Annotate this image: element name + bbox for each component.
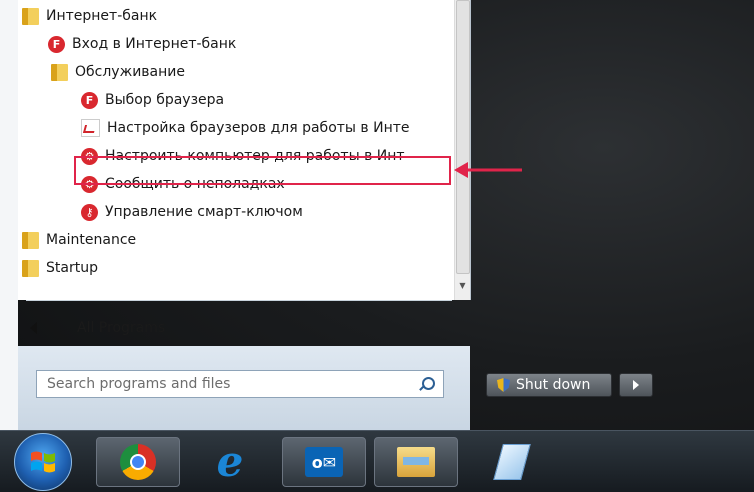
search-icon[interactable] [422, 377, 435, 390]
internet-explorer-icon: e [216, 437, 244, 486]
all-programs-label: All Programs [77, 320, 166, 336]
taskbar: e o✉ [0, 430, 754, 492]
bank-app-icon: F [81, 91, 98, 109]
start-menu: Интернет-банк F Вход в Интернет-банк Обс… [0, 0, 522, 430]
key-icon: ⚷ [81, 203, 98, 221]
menu-left-edge [0, 0, 18, 430]
taskbar-ie-button[interactable]: e [188, 437, 272, 487]
shutdown-options-button[interactable] [619, 373, 653, 397]
folder-icon [22, 259, 39, 277]
taskbar-notepad-button[interactable] [470, 437, 554, 487]
start-orb[interactable] [14, 433, 72, 491]
pdf-icon [81, 119, 100, 137]
list-item-browser-setup-pdf[interactable]: Настройка браузеров для работы в Инте [81, 114, 452, 142]
shutdown-button[interactable]: Shut down [486, 373, 612, 397]
file-explorer-icon [397, 447, 435, 477]
search-area: Search programs and files [18, 346, 470, 430]
scroll-down-icon[interactable]: ▼ [457, 281, 468, 291]
taskbar-outlook-button[interactable]: o✉ [282, 437, 366, 487]
search-placeholder: Search programs and files [47, 376, 231, 392]
taskbar-explorer-button[interactable] [374, 437, 458, 487]
bank-app-icon: F [48, 35, 65, 53]
list-item-startup-folder[interactable]: Startup [22, 254, 98, 282]
list-item-service-folder[interactable]: Обслуживание [51, 58, 185, 86]
programs-scrollbar[interactable]: ▼ [454, 0, 470, 300]
shield-icon [497, 378, 510, 392]
list-item-internet-bank-folder[interactable]: Интернет-банк [22, 2, 157, 30]
all-programs-button[interactable]: All Programs [18, 310, 470, 346]
windows-logo-icon [31, 451, 55, 473]
list-item-maintenance-folder[interactable]: Maintenance [22, 226, 136, 254]
highlight-box [74, 156, 451, 185]
notepad-icon [493, 444, 531, 480]
folder-icon [22, 7, 39, 25]
folder-icon [22, 231, 39, 249]
folder-icon [51, 63, 68, 81]
search-input[interactable]: Search programs and files [36, 370, 444, 398]
list-item-browser-choice[interactable]: F Выбор браузера [81, 86, 224, 114]
programs-list: Интернет-банк F Вход в Интернет-банк Обс… [18, 0, 471, 300]
menu-divider [26, 300, 452, 301]
chrome-icon [120, 444, 156, 480]
list-item-bank-login[interactable]: F Вход в Интернет-банк [48, 30, 236, 58]
back-arrow-icon [30, 322, 37, 334]
taskbar-chrome-button[interactable] [96, 437, 180, 487]
list-item-smart-key[interactable]: ⚷ Управление смарт-ключом [81, 198, 303, 226]
scrollbar-thumb[interactable] [456, 0, 470, 274]
pointer-arrow-icon [454, 162, 522, 178]
shutdown-label: Shut down [516, 377, 591, 393]
outlook-icon: o✉ [305, 447, 343, 477]
